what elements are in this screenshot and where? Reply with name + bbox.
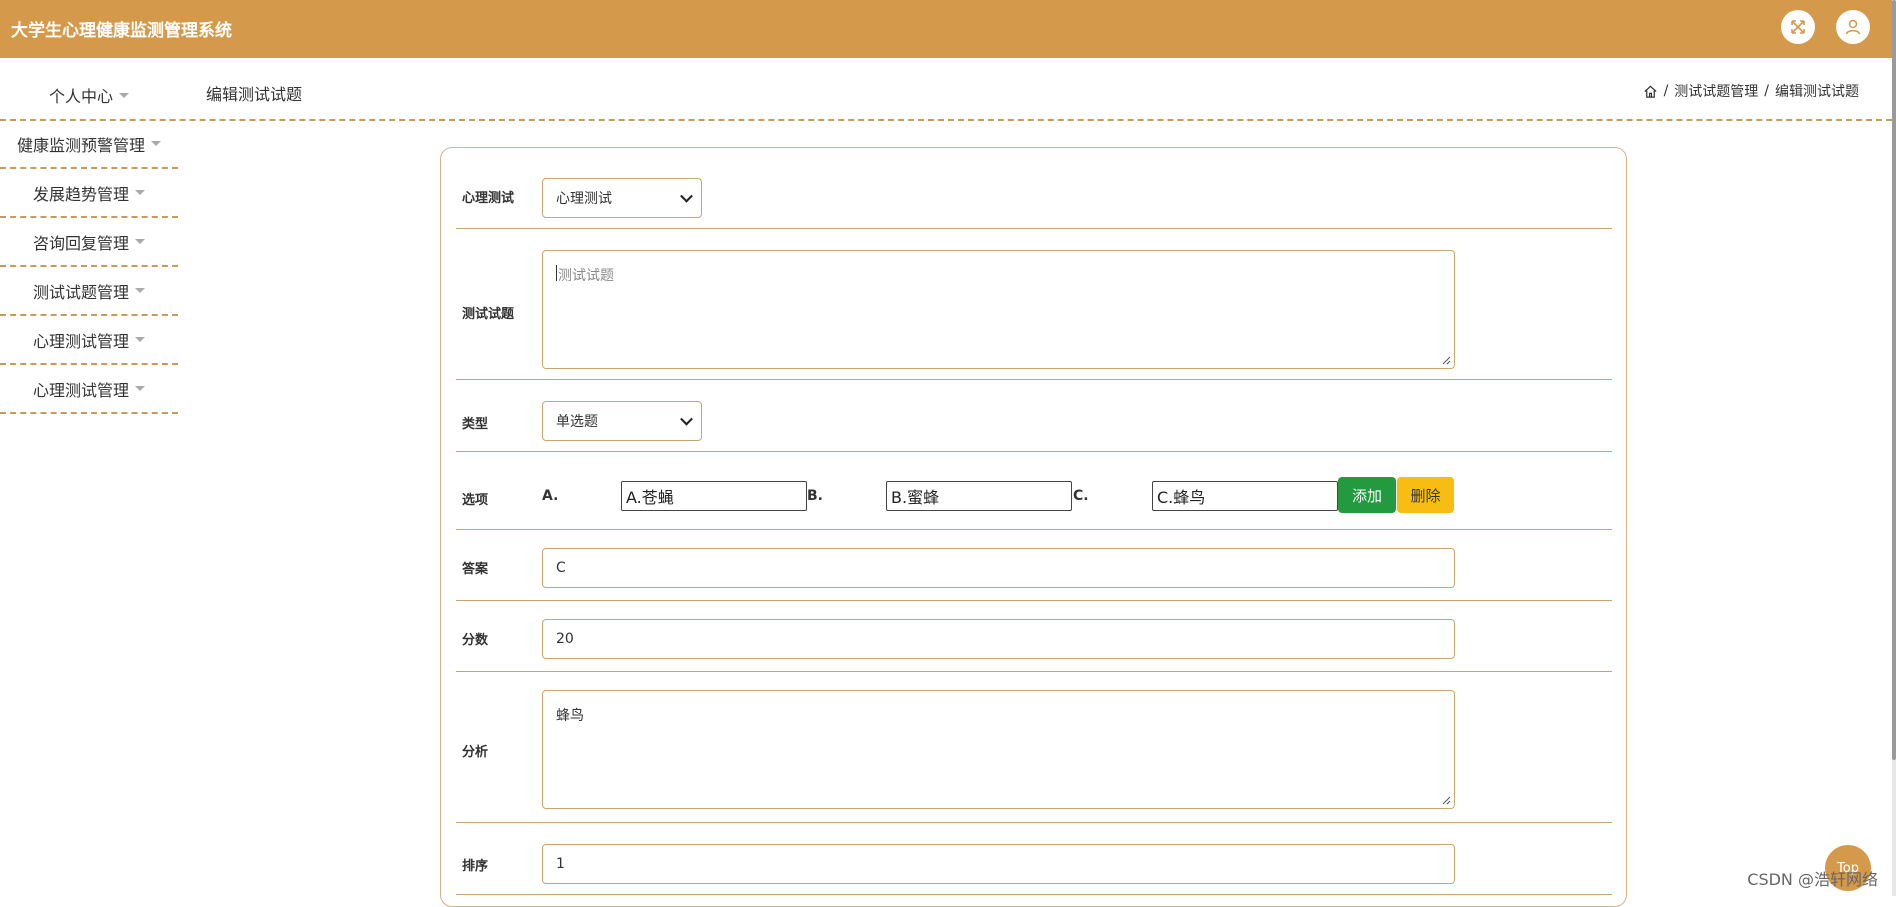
answer-label: 答案: [462, 562, 489, 577]
score-label: 分数: [462, 633, 489, 648]
user-icon: [1845, 19, 1861, 35]
add-option-button[interactable]: 添加: [1338, 477, 1396, 513]
chevron-down-icon: [680, 189, 693, 203]
analysis-textarea[interactable]: 蜂鸟: [542, 690, 1455, 809]
form-row-options: 选项 A. A.苍蝇 B. B.蜜蜂 C. C.蜂鸟 添加 删除: [456, 452, 1612, 530]
sort-input[interactable]: 1: [542, 844, 1455, 884]
option-a-letter: A.: [542, 488, 559, 504]
caret-down-icon: [135, 190, 145, 195]
page-title: 编辑测试试题: [206, 85, 303, 104]
sidebar-item-label: 个人中心: [48, 87, 113, 106]
sidebar-item-health-warning[interactable]: 健康监测预警管理: [0, 120, 178, 169]
type-label: 类型: [462, 417, 489, 432]
option-c-input[interactable]: C.蜂鸟: [1152, 481, 1338, 511]
question-textarea[interactable]: 测试试题: [542, 250, 1455, 369]
option-a-value: A.苍蝇: [626, 488, 674, 507]
type-select-value: 单选题: [556, 414, 598, 430]
option-b-input[interactable]: B.蜜蜂: [886, 481, 1072, 511]
chevron-down-icon: [680, 412, 693, 426]
sidebar-item-label: 心理测试管理: [32, 331, 129, 351]
resize-handle-icon[interactable]: [1441, 795, 1451, 805]
caret-down-icon: [135, 288, 145, 293]
sidebar-item-consult-reply[interactable]: 咨询回复管理: [0, 218, 178, 267]
analysis-value: 蜂鸟: [556, 708, 584, 724]
delete-option-button[interactable]: 删除: [1397, 477, 1454, 513]
edit-question-form: 心理测试 心理测试 测试试题 测试试题 类型 单选题 选项 A. A.苍蝇 B.: [440, 147, 1627, 907]
test-select[interactable]: 心理测试: [542, 178, 702, 218]
scrollbar-thumb[interactable]: [1892, 0, 1896, 760]
breadcrumb: / 测试试题管理 / 编辑测试试题: [1643, 81, 1859, 101]
option-b-letter: B.: [807, 488, 823, 504]
breadcrumb-separator: /: [1663, 83, 1669, 99]
watermark: CSDN @浩轩网络: [1747, 870, 1878, 889]
question-placeholder: 测试试题: [558, 268, 614, 284]
sidebar-item-label: 心理测试管理: [32, 380, 129, 400]
caret-down-icon: [135, 386, 145, 391]
sidebar-item-personal-center[interactable]: 个人中心: [0, 58, 178, 120]
fullscreen-icon: [1791, 20, 1805, 34]
caret-down-icon: [119, 92, 129, 98]
form-row-test: 心理测试 心理测试: [456, 148, 1612, 229]
options-label: 选项: [462, 493, 489, 508]
sidebar: 个人中心 健康监测预警管理 发展趋势管理 咨询回复管理 测试试题管理 心理测试管…: [0, 58, 178, 414]
form-row-question: 测试试题 测试试题: [456, 229, 1612, 380]
top-header: 大学生心理健康监测管理系统: [0, 0, 1892, 58]
form-row-answer: 答案 C: [456, 530, 1612, 601]
sidebar-item-label: 健康监测预警管理: [16, 135, 145, 155]
analysis-label: 分析: [462, 745, 489, 760]
sidebar-item-label: 发展趋势管理: [32, 184, 129, 204]
breadcrumb-separator: /: [1764, 83, 1769, 99]
breadcrumb-item-current: 编辑测试试题: [1775, 84, 1859, 100]
form-row-analysis: 分析 蜂鸟: [456, 672, 1612, 823]
test-label: 心理测试: [462, 191, 515, 206]
form-row-sort: 排序 1: [456, 823, 1612, 895]
sidebar-item-label: 测试试题管理: [32, 282, 129, 302]
score-value: 20: [556, 631, 574, 647]
test-select-value: 心理测试: [556, 191, 612, 207]
sidebar-item-trend[interactable]: 发展趋势管理: [0, 169, 178, 218]
caret-down-icon: [135, 337, 145, 342]
home-icon[interactable]: [1643, 84, 1658, 99]
sidebar-item-test-questions[interactable]: 测试试题管理: [0, 267, 178, 316]
user-button[interactable]: [1836, 10, 1870, 44]
page-scrollbar[interactable]: [1892, 0, 1896, 896]
header-divider: [0, 119, 1892, 121]
fullscreen-button[interactable]: [1781, 10, 1815, 44]
type-select[interactable]: 单选题: [542, 401, 702, 441]
form-row-type: 类型 单选题: [456, 380, 1612, 452]
app-title: 大学生心理健康监测管理系统: [11, 21, 232, 41]
caret-down-icon: [151, 141, 161, 146]
resize-handle-icon[interactable]: [1441, 355, 1451, 365]
sort-label: 排序: [462, 859, 489, 874]
answer-value: C: [556, 560, 566, 576]
sidebar-item-psych-test-2[interactable]: 心理测试管理: [0, 365, 178, 414]
sort-value: 1: [556, 856, 565, 872]
option-c-value: C.蜂鸟: [1157, 488, 1206, 507]
text-cursor: [556, 265, 557, 281]
option-b-value: B.蜜蜂: [891, 488, 940, 507]
form-row-score: 分数 20: [456, 601, 1612, 672]
sidebar-item-psych-test[interactable]: 心理测试管理: [0, 316, 178, 365]
score-input[interactable]: 20: [542, 619, 1455, 659]
answer-input[interactable]: C: [542, 548, 1455, 588]
question-label: 测试试题: [462, 307, 515, 322]
breadcrumb-item-test-questions[interactable]: 测试试题管理: [1674, 81, 1758, 101]
option-a-input[interactable]: A.苍蝇: [621, 481, 807, 511]
caret-down-icon: [135, 239, 145, 244]
option-c-letter: C.: [1073, 488, 1089, 504]
sidebar-item-label: 咨询回复管理: [32, 233, 129, 253]
